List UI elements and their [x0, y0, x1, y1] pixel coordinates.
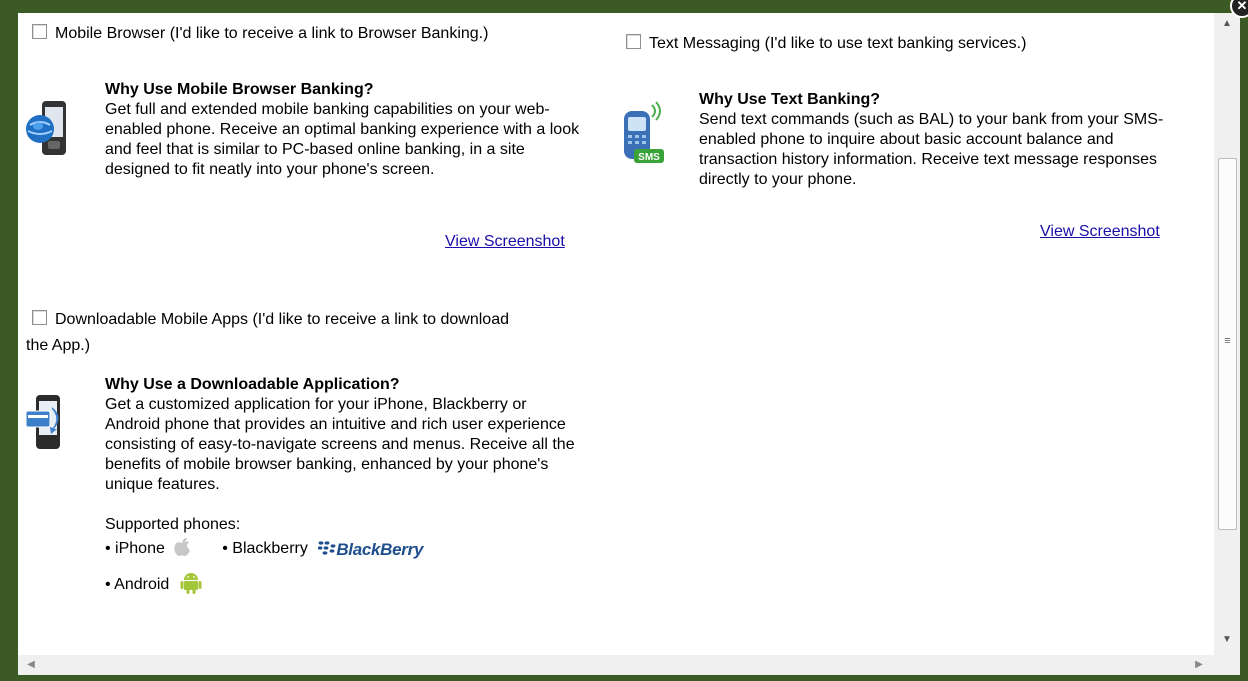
blackberry-label: • Blackberry [222, 540, 308, 557]
mobile-browser-info: Why Use Mobile Browser Banking? Get full… [105, 80, 585, 180]
scroll-down-icon[interactable]: ▼ [1214, 629, 1240, 651]
horizontal-scrollbar[interactable]: ◀ ▶ [18, 655, 1214, 675]
text-messaging-option[interactable]: Text Messaging (I'd like to use text ban… [626, 33, 1026, 55]
mobile-browser-phone-icon [24, 99, 74, 164]
mobile-apps-description: Get a customized application for your iP… [105, 396, 575, 493]
scroll-right-icon[interactable]: ▶ [1188, 655, 1210, 675]
scroll-left-icon[interactable]: ◀ [20, 655, 42, 675]
blackberry-logo-text: BlackBerry [336, 540, 424, 559]
text-banking-info: Why Use Text Banking? Send text commands… [699, 90, 1179, 190]
iphone-label: • iPhone [105, 540, 165, 557]
supported-phones-row-1: • iPhone • Blackberry BlackBerry [105, 537, 585, 565]
supported-phones: Supported phones: • iPhone • Blackberry [105, 513, 585, 603]
scrollbar-corner [1214, 655, 1240, 675]
mobile-apps-label-line2: the App.) [26, 337, 91, 354]
supported-phones-row-2: • Android [105, 571, 585, 603]
vertical-scroll-thumb[interactable]: ≡ [1218, 158, 1237, 530]
mobile-apps-checkbox[interactable] [32, 310, 47, 325]
mobile-apps-info: Why Use a Downloadable Application? Get … [105, 375, 585, 495]
mobile-browser-title: Why Use Mobile Browser Banking? [105, 81, 374, 98]
scroll-grip-icon: ≡ [1224, 335, 1231, 347]
dialog-content: Mobile Browser (I'd like to receive a li… [18, 13, 1214, 655]
text-messaging-label: Text Messaging (I'd like to use text ban… [649, 35, 1027, 52]
mobile-browser-description: Get full and extended mobile banking cap… [105, 101, 580, 178]
text-banking-title: Why Use Text Banking? [699, 91, 881, 108]
mobile-browser-checkbox[interactable] [32, 24, 47, 39]
mobile-browser-view-screenshot-link[interactable]: View Screenshot [445, 233, 565, 251]
apple-icon [173, 537, 191, 565]
mobile-browser-label: Mobile Browser (I'd like to receive a li… [55, 25, 489, 42]
mobile-apps-label-line1: Downloadable Mobile Apps (I'd like to re… [55, 311, 509, 328]
vertical-scrollbar[interactable]: ▲ ≡ ▼ [1214, 13, 1240, 655]
supported-phones-label: Supported phones: [105, 516, 241, 533]
mobile-apps-title: Why Use a Downloadable Application? [105, 376, 400, 393]
android-icon [180, 571, 202, 603]
text-messaging-checkbox[interactable] [626, 34, 641, 49]
android-label: • Android [105, 576, 170, 593]
mobile-browser-option[interactable]: Mobile Browser (I'd like to receive a li… [32, 23, 488, 45]
sms-phone-icon: SMS [618, 101, 668, 172]
text-banking-view-screenshot-link[interactable]: View Screenshot [1040, 223, 1160, 241]
mobile-apps-option[interactable]: Downloadable Mobile Apps (I'd like to re… [32, 309, 592, 331]
text-banking-description: Send text commands (such as BAL) to your… [699, 111, 1164, 188]
app-download-phone-icon [24, 393, 68, 458]
sms-badge-text: SMS [638, 152, 660, 163]
blackberry-logo-icon: BlackBerry [317, 538, 424, 563]
